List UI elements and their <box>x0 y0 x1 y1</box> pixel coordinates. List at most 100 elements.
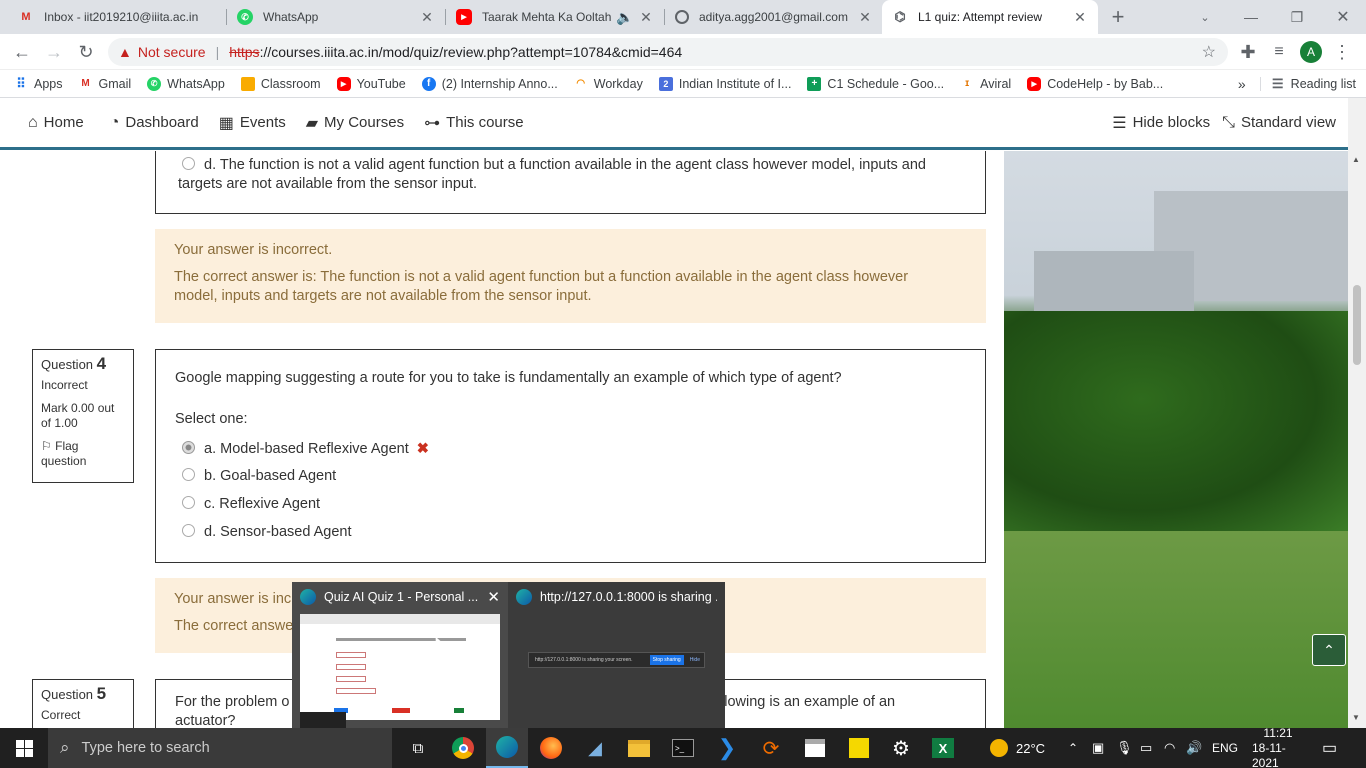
bookmark-gmail[interactable]: M Gmail <box>79 77 131 91</box>
chrome-icon[interactable] <box>443 728 483 768</box>
bookmark-iiit[interactable]: 2 Indian Institute of I... <box>658 76 791 91</box>
postman-icon[interactable]: ⟳ <box>750 728 792 768</box>
bookmark-star-icon[interactable]: ☆ <box>1202 42 1216 62</box>
forward-icon[interactable]: → <box>42 40 66 64</box>
nav-events[interactable]: ▦ Events <box>219 113 286 133</box>
q4-option-b[interactable]: b. Goal-based Agent <box>182 468 336 484</box>
battery-icon[interactable]: ▭ <box>1140 728 1152 768</box>
sitemap-icon: ⊶ <box>424 114 441 132</box>
close-preview-icon[interactable]: ✕ <box>487 588 500 606</box>
weather-widget[interactable]: 22°C <box>990 728 1045 768</box>
tab-gmail[interactable]: M Inbox - iit2019210@iiita.ac.in <box>8 0 226 34</box>
bookmark-whatsapp[interactable]: ✆ WhatsApp <box>147 76 225 91</box>
settings-gear-icon[interactable]: ⚙ <box>880 728 922 768</box>
reload-icon[interactable]: ↻ <box>74 40 98 64</box>
close-tab-icon[interactable]: ✕ <box>638 9 654 26</box>
bookmark-classroom[interactable]: Classroom <box>240 76 321 91</box>
flag-question-link[interactable]: ⚐ Flag question <box>41 439 125 469</box>
chrome-menu-icon[interactable]: ⋮ <box>1330 40 1354 64</box>
bookmark-workday[interactable]: ◠ Workday <box>574 77 642 91</box>
store-icon[interactable] <box>794 728 836 768</box>
wifi-icon[interactable]: ◠ <box>1164 728 1175 768</box>
tab-youtube[interactable]: ▶ Taarak Mehta Ka Ooltah 🔈 ✕ <box>446 0 664 34</box>
radio-button[interactable] <box>182 157 195 170</box>
radio-button[interactable] <box>182 524 195 537</box>
speaker-mute-icon[interactable]: 🔈 <box>616 9 633 26</box>
question-state: Correct <box>41 708 81 722</box>
moodle-icon: ⌬ <box>894 9 906 24</box>
bookmarks-bar: ⠿ Apps M Gmail ✆ WhatsApp Classroom ▶ YouTub… <box>0 70 1366 98</box>
edge-taskbar-icon[interactable] <box>486 728 528 768</box>
close-tab-icon[interactable]: ✕ <box>857 9 873 26</box>
language-indicator[interactable]: ENG <box>1212 728 1238 768</box>
scrollbar-thumb[interactable] <box>1353 285 1361 365</box>
campus-photo <box>1004 151 1348 728</box>
nav-my-courses[interactable]: ▰ My Courses <box>306 113 404 133</box>
account-icon <box>675 10 689 24</box>
edge-icon <box>300 589 316 605</box>
close-window-icon[interactable]: ✕ <box>1320 0 1366 34</box>
window-preview-quiz[interactable]: Quiz AI Quiz 1 - Personal ... ✕ <box>292 582 508 728</box>
tab-quiz-review[interactable]: ⌬ L1 quiz: Attempt review ✕ <box>882 0 1098 34</box>
meet-now-icon[interactable]: ▣ <box>1092 728 1104 768</box>
bookmark-internship[interactable]: f (2) Internship Anno... <box>421 76 558 91</box>
bookmark-youtube[interactable]: ▶ YouTube <box>336 76 406 91</box>
minimize-icon[interactable]: — <box>1228 0 1274 34</box>
more-bookmarks-icon[interactable]: » <box>1238 76 1246 92</box>
back-to-top-button[interactable]: ⌃ <box>1312 634 1346 666</box>
radio-button[interactable] <box>182 441 195 454</box>
standard-view-button[interactable]: ⤡ Standard view <box>1222 114 1336 132</box>
scroll-up-icon[interactable]: ▲ <box>1352 155 1360 164</box>
tray-chevron-icon[interactable]: ⌃ <box>1068 728 1078 768</box>
tab-account[interactable]: aditya.agg2001@gmail.com ✕ <box>665 0 883 34</box>
firefox-icon[interactable] <box>530 728 572 768</box>
bookmark-codehelp[interactable]: ▶ CodeHelp - by Bab... <box>1027 76 1163 91</box>
nav-home[interactable]: ⌂ Home <box>28 114 84 132</box>
radio-button[interactable] <box>182 496 195 509</box>
sheets-icon: + <box>807 76 822 91</box>
q4-option-c[interactable]: c. Reflexive Agent <box>182 496 320 512</box>
hide-blocks-button[interactable]: ☰ Hide blocks <box>1112 113 1210 133</box>
bookmark-apps[interactable]: ⠿ Apps <box>14 76 62 91</box>
notifications-icon[interactable]: ▭ <box>1322 728 1337 768</box>
radio-button[interactable] <box>182 468 195 481</box>
close-tab-icon[interactable]: ✕ <box>419 9 435 26</box>
excel-icon[interactable]: X <box>922 728 964 768</box>
clock[interactable]: 11:21 18-11-2021 <box>1252 726 1304 768</box>
address-bar[interactable]: ▲ Not secure | https ://courses.iiita.ac… <box>108 38 1228 66</box>
q3-option-d[interactable]: d. The function is not a valid agent fun… <box>178 156 926 194</box>
back-icon[interactable]: ← <box>10 40 34 64</box>
compress-icon: ⤡ <box>1222 113 1235 131</box>
reading-list[interactable]: ☰ Reading list <box>1259 76 1356 91</box>
q4-option-a[interactable]: a. Model-based Reflexive Agent ✖ <box>182 441 429 457</box>
volume-icon[interactable]: 🔊 <box>1186 728 1202 768</box>
tab-whatsapp[interactable]: ✆ WhatsApp ✕ <box>227 0 445 34</box>
windows-start-icon[interactable] <box>0 728 48 768</box>
file-explorer-icon[interactable] <box>618 728 660 768</box>
nav-dashboard[interactable]: ◔ Dashboard <box>110 114 199 132</box>
page-scrollbar[interactable]: ▲ ▼ <box>1348 98 1366 728</box>
app-icon[interactable]: ◢ <box>574 728 616 768</box>
new-tab-icon[interactable]: + <box>1106 4 1130 29</box>
q4-option-d[interactable]: d. Sensor-based Agent <box>182 524 352 540</box>
bookmark-c1-schedule[interactable]: + C1 Schedule - Goo... <box>807 76 944 91</box>
extensions-icon[interactable]: ✚ <box>1236 40 1260 64</box>
nav-this-course[interactable]: ⊶ This course <box>424 113 524 133</box>
sticky-notes-icon[interactable] <box>838 728 880 768</box>
sun-icon <box>990 739 1008 757</box>
restore-icon[interactable]: ❐ <box>1274 0 1320 34</box>
warning-icon[interactable]: ▲ <box>118 44 132 60</box>
bookmark-aviral[interactable]: ɪ Aviral <box>960 77 1011 91</box>
scroll-down-icon[interactable]: ▼ <box>1352 713 1360 722</box>
tab-search-icon[interactable]: ⌄ <box>1182 0 1228 34</box>
media-control-icon[interactable]: ≡ <box>1267 40 1291 64</box>
terminal-icon[interactable]: >_ <box>662 728 704 768</box>
task-view-icon[interactable]: ⧉ <box>398 728 438 768</box>
microphone-icon[interactable]: 🎙 <box>1116 728 1133 768</box>
taskbar-search-input[interactable]: ⌕ Type here to search <box>48 728 392 768</box>
profile-avatar[interactable]: A <box>1300 41 1322 63</box>
window-preview-sharing[interactable]: http://127.0.0.1:8000 is sharing ... htt… <box>508 582 725 728</box>
vscode-icon[interactable]: ❯ <box>706 728 748 768</box>
close-tab-icon[interactable]: ✕ <box>1072 9 1088 26</box>
workday-icon: ◠ <box>576 78 586 89</box>
